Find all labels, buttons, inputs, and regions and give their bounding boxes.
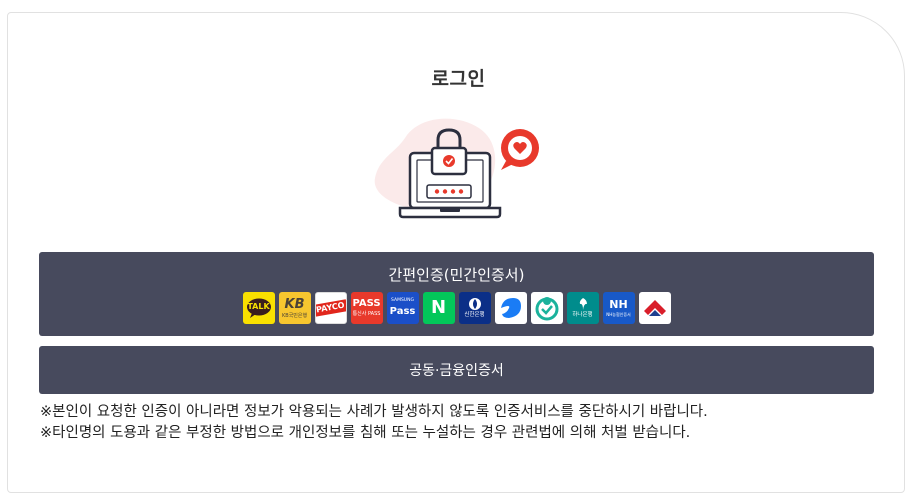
samsung-pass-icon[interactable]: SAMSUNG Pass: [386, 292, 419, 324]
shinhan-icon[interactable]: 신한은행: [458, 292, 491, 324]
kb-icon[interactable]: KB KB국민은행: [278, 292, 311, 324]
woori-icon[interactable]: [638, 292, 671, 324]
kakao-talk-icon[interactable]: TALK: [242, 292, 275, 324]
notice-text: ※본인이 요청한 인증이 아니라면 정보가 악용되는 사례가 발생하지 않도록 …: [40, 402, 708, 444]
provider-icon-row: TALK KB KB국민은행 PAYCO PASS 통신사 PASS SAMSU…: [39, 292, 874, 324]
pass-icon[interactable]: PASS 통신사 PASS: [350, 292, 383, 324]
nh-icon[interactable]: NH NH농협인증서: [602, 292, 635, 324]
simple-auth-label: 간편인증(민간인증서): [388, 266, 525, 284]
hana-icon[interactable]: 하나은행: [566, 292, 599, 324]
green-cert-icon[interactable]: [530, 292, 563, 324]
login-lock-illustration: [374, 118, 539, 219]
payco-icon[interactable]: PAYCO: [314, 292, 347, 324]
notice-line: ※타인명의 도용과 같은 부정한 방법으로 개인정보를 침해 또는 누설하는 경…: [40, 425, 691, 441]
naver-icon[interactable]: N: [422, 292, 455, 324]
simple-auth-button[interactable]: 간편인증(민간인증서) TALK KB KB국민은행 PAYCO PASS 통신…: [39, 252, 874, 336]
password-field: [426, 184, 472, 199]
page-title: 로그인: [431, 68, 486, 90]
cert-auth-label: 공동·금융인증서: [409, 363, 504, 379]
toss-icon[interactable]: [494, 292, 527, 324]
joint-financial-cert-button[interactable]: 공동·금융인증서: [39, 346, 874, 394]
notice-line: ※본인이 요청한 인증이 아니라면 정보가 악용되는 사례가 발생하지 않도록 …: [40, 404, 708, 420]
heart-chat-icon: [501, 129, 539, 170]
